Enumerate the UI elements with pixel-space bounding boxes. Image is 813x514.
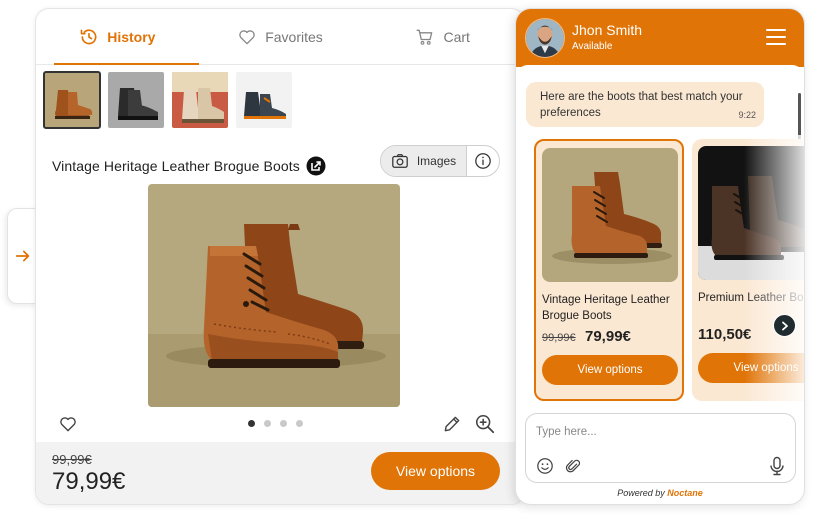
microphone-icon[interactable] <box>768 456 786 476</box>
view-options-button[interactable]: View options <box>371 452 500 490</box>
tab-cart[interactable]: Cart <box>361 9 524 64</box>
tab-favorites-label: Favorites <box>265 28 323 45</box>
chat-header: Jhon Smith Available <box>516 9 804 67</box>
product-title: Vintage Heritage Leather Brogue Boots <box>52 158 300 174</box>
thumbnail-boot-sport[interactable] <box>236 72 292 128</box>
current-price: 79,99€ <box>52 468 126 495</box>
carousel-dot[interactable] <box>248 420 255 427</box>
emoji-icon[interactable] <box>536 457 554 475</box>
product-panel: History Favorites Cart Vintage Heritage … <box>35 8 525 505</box>
brand-logo[interactable]: Noctane <box>667 488 703 498</box>
message-composer <box>525 413 796 483</box>
menu-icon[interactable] <box>766 28 786 46</box>
tab-favorites[interactable]: Favorites <box>199 9 362 64</box>
app-root: History Favorites Cart Vintage Heritage … <box>0 0 813 514</box>
arrow-right-icon <box>15 250 30 262</box>
agent-name: Jhon Smith <box>572 22 643 38</box>
camera-icon <box>391 154 408 168</box>
product-card-title: Vintage Heritage Leather Brogue Boots <box>542 294 670 322</box>
message-time: 9:22 <box>738 110 756 120</box>
product-card[interactable]: Vintage Heritage Leather Brogue Boots 99… <box>534 139 684 401</box>
carousel-dot[interactable] <box>264 420 271 427</box>
thumbnail-strip <box>43 71 292 129</box>
thumbnail-boot-black[interactable] <box>108 72 164 128</box>
product-card-view-options-button[interactable]: View options <box>542 355 678 385</box>
thumbnail-boot-beige[interactable] <box>172 72 228 128</box>
images-label: Images <box>416 154 457 168</box>
tab-cart-label: Cart <box>443 28 470 45</box>
agent-message-text: Here are the boots that best match your … <box>540 91 743 119</box>
pencil-icon[interactable] <box>442 414 462 434</box>
attach-icon[interactable] <box>564 457 582 475</box>
tab-bar: History Favorites Cart <box>36 9 524 65</box>
product-main-image[interactable] <box>148 184 400 407</box>
price-footer: 99,99€ 79,99€ View options <box>36 442 524 504</box>
heart-icon <box>239 29 255 44</box>
favorite-heart-icon[interactable] <box>58 414 78 434</box>
tab-history[interactable]: History <box>36 9 199 65</box>
chat-panel: Jhon Smith Available Here are the boots … <box>515 8 805 505</box>
chat-messages: Here are the boots that best match your … <box>516 65 804 415</box>
images-toggle: Images <box>380 145 500 177</box>
carousel-fade <box>744 135 804 405</box>
info-button[interactable] <box>467 146 499 176</box>
carousel-dots <box>248 420 303 427</box>
product-card-old-price: 99,99€ <box>542 332 576 344</box>
thumbnail-boot-brown[interactable] <box>43 71 101 129</box>
message-input[interactable] <box>536 426 776 438</box>
carousel-dot[interactable] <box>280 420 287 427</box>
agent-status: Available <box>572 41 613 52</box>
carousel-dot[interactable] <box>296 420 303 427</box>
info-icon <box>475 153 491 169</box>
cart-icon <box>417 29 433 45</box>
avatar <box>525 18 565 58</box>
chevron-right-icon <box>781 321 788 330</box>
powered-by: Powered by Noctane <box>516 488 804 498</box>
agent-message: Here are the boots that best match your … <box>526 82 764 127</box>
open-external-icon[interactable] <box>306 156 326 176</box>
zoom-in-icon[interactable] <box>474 413 496 435</box>
images-button[interactable]: Images <box>381 146 467 176</box>
history-icon <box>80 28 97 44</box>
carousel-next-button[interactable] <box>773 314 796 337</box>
powered-by-label: Powered by <box>617 488 665 498</box>
tab-history-label: History <box>107 28 156 45</box>
product-card-image <box>542 148 678 282</box>
product-card-price: 79,99€ <box>585 328 631 345</box>
old-price: 99,99€ <box>52 452 92 467</box>
